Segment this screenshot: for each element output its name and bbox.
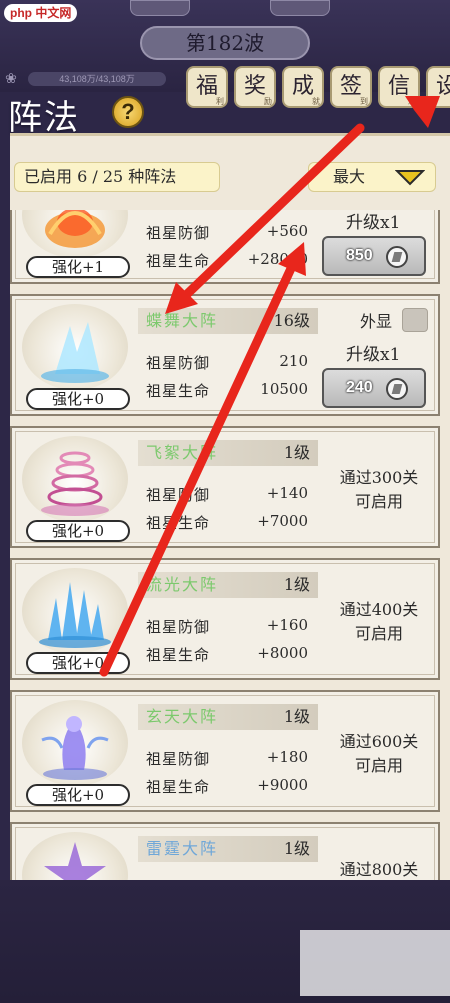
stat-value: +140 <box>266 484 308 502</box>
unlock-requirement: 通过400关 可启用 <box>339 600 419 643</box>
formation-card: 强化+0 飞絮大阵 1级 祖星防御 +140 祖星生命 +7000 通过300关… <box>10 426 440 548</box>
stat-value: +180 <box>266 748 308 766</box>
enhance-badge[interactable]: 强化+1 <box>26 256 130 278</box>
formation-name-bar: 蝶舞大阵 16级 <box>138 308 318 334</box>
formation-art <box>22 304 128 390</box>
formation-art <box>22 700 128 786</box>
formation-name: 蝶舞大阵 <box>146 311 219 330</box>
stat-label: 祖星防御 <box>146 224 211 242</box>
enhance-badge[interactable]: 强化+0 <box>26 784 130 806</box>
stat-value: +7000 <box>257 512 308 530</box>
unlock-requirement: 通过600关 可启用 <box>339 732 419 775</box>
triangle-down-icon <box>395 170 425 186</box>
formation-card: 强化+1 祖星防御 +560 祖星生命 +28000 升级x1 850 <box>10 210 440 284</box>
tab-messages[interactable]: 信息 <box>378 66 420 108</box>
enhance-badge[interactable]: 强化+0 <box>26 652 130 674</box>
sort-label: 最大 <box>333 167 366 186</box>
cost-value: 850 <box>346 247 373 264</box>
formation-name-bar: 玄天大阵 1级 <box>138 704 318 730</box>
help-icon[interactable]: ? <box>112 96 144 128</box>
formation-art <box>22 210 128 258</box>
stat-label: 祖星防御 <box>146 750 211 768</box>
tab-welfare[interactable]: 福利 <box>186 66 228 108</box>
formation-art <box>22 568 128 654</box>
formation-art <box>22 832 128 880</box>
site-logo: php 中文网 <box>4 4 78 22</box>
stat-label: 祖星生命 <box>146 778 211 796</box>
formation-level: 1级 <box>283 707 310 726</box>
stat-value: 210 <box>279 352 308 370</box>
upgrade-button[interactable]: 850 <box>322 236 426 276</box>
formation-card: 强化+0 流光大阵 1级 祖星防御 +160 祖星生命 +8000 通过400关… <box>10 558 440 680</box>
stat-value: +28000 <box>247 250 308 268</box>
stat-value: +560 <box>266 222 308 240</box>
formation-name-bar: 流光大阵 1级 <box>138 572 318 598</box>
stat-value: +8000 <box>257 644 308 662</box>
formation-list: 强化+1 祖星防御 +560 祖星生命 +28000 升级x1 850 强化+0… <box>10 210 440 880</box>
stat-value: +9000 <box>257 776 308 794</box>
formation-name-bar: 飞絮大阵 1级 <box>138 440 318 466</box>
stat-label: 祖星生命 <box>146 514 211 532</box>
display-label: 外显 <box>360 312 393 331</box>
upgrade-label: 升级x1 <box>346 345 401 365</box>
upgrade-label: 升级x1 <box>346 213 401 233</box>
formation-name: 玄天大阵 <box>146 707 219 726</box>
lotus-icon: ❀ <box>5 71 17 87</box>
spirit-stone-icon <box>386 246 408 268</box>
page-title: 阵法 <box>8 98 80 138</box>
stat-label: 祖星生命 <box>146 382 211 400</box>
top-chip <box>130 0 190 16</box>
top-chip <box>270 0 330 16</box>
stat-label: 祖星防御 <box>146 486 211 504</box>
stat-value: 10500 <box>260 380 308 398</box>
formation-level: 1级 <box>283 839 310 858</box>
enhance-badge[interactable]: 强化+0 <box>26 388 130 410</box>
watermark <box>300 930 450 996</box>
formation-name-bar: 雷霆大阵 1级 <box>138 836 318 862</box>
tab-rewards[interactable]: 奖励 <box>234 66 276 108</box>
tab-signin[interactable]: 签到 <box>330 66 372 108</box>
sort-dropdown[interactable]: 最大 <box>308 162 436 192</box>
enabled-count: 已启用 6 / 25 种阵法 <box>14 162 220 192</box>
tab-achievements[interactable]: 成就 <box>282 66 324 108</box>
enhance-badge[interactable]: 强化+0 <box>26 520 130 542</box>
wave-banner: 第182波 <box>140 26 310 60</box>
formation-card: 强化+0 蝶舞大阵 16级 祖星防御 210 祖星生命 10500 外显 升级x… <box>10 294 440 416</box>
upgrade-button[interactable]: 240 <box>322 368 426 408</box>
formation-level: 1级 <box>283 575 310 594</box>
unlock-requirement: 通过300关 可启用 <box>339 468 419 511</box>
stat-label: 祖星防御 <box>146 354 211 372</box>
formation-name: 飞絮大阵 <box>146 443 219 462</box>
stat-value: +160 <box>266 616 308 634</box>
formation-art <box>22 436 128 522</box>
formation-card: 强化+0 玄天大阵 1级 祖星防御 +180 祖星生命 +9000 通过600关… <box>10 690 440 812</box>
tab-settings[interactable]: 设 <box>426 66 450 108</box>
spirit-stone-icon <box>386 378 408 400</box>
display-checkbox[interactable] <box>402 308 428 332</box>
formation-name: 流光大阵 <box>146 575 219 594</box>
menu-tabs: 福利 奖励 成就 签到 信息 设 <box>186 66 450 108</box>
stat-label: 祖星防御 <box>146 618 211 636</box>
cost-value: 240 <box>346 379 373 396</box>
formation-card: 雷霆大阵 1级 通过800关 <box>10 822 440 880</box>
power-bar: 43,108万/43,108万 <box>28 72 166 86</box>
unlock-requirement: 通过800关 <box>339 860 419 879</box>
formation-level: 16级 <box>273 311 310 330</box>
formation-name: 雷霆大阵 <box>146 839 219 858</box>
formation-level: 1级 <box>283 443 310 462</box>
stat-label: 祖星生命 <box>146 252 211 270</box>
stat-label: 祖星生命 <box>146 646 211 664</box>
